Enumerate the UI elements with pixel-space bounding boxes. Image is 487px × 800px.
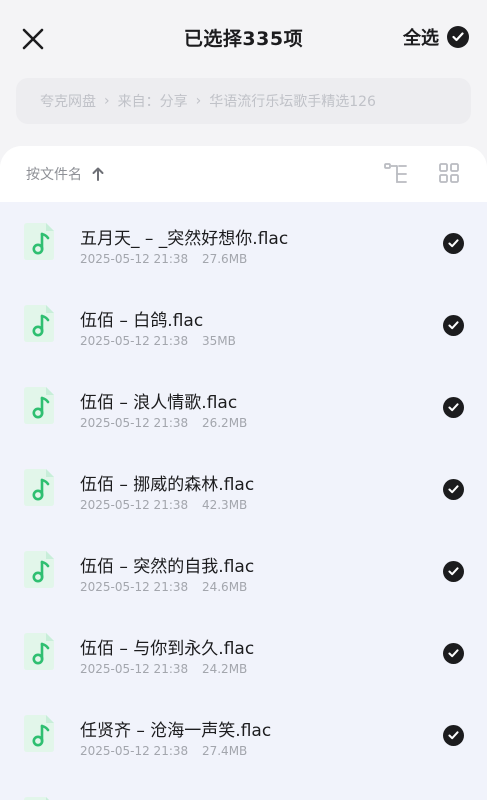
selected-check-icon[interactable] [443,725,464,746]
grid-view-icon [439,163,459,183]
file-meta: 2025-05-12 21:38 42.3MB [80,498,247,512]
breadcrumb: 夸克网盘 › 来自：分享 › 华语流行乐坛歌手精选126 [16,78,471,124]
music-file-icon [24,551,54,588]
file-name: 伍佰 – 白鸽.flac [80,311,204,331]
music-file-icon [24,715,54,752]
file-name: 伍佰 – 与你到永久.flac [80,639,255,659]
file-row[interactable]: 任贤齐 – 沧海一声笑.flac 2025-05-12 21:38 27.4MB [0,694,487,776]
music-file-icon [24,633,54,670]
file-date: 2025-05-12 21:38 [80,498,189,512]
file-meta: 2025-05-12 21:38 24.2MB [80,662,247,676]
music-file-icon [24,469,54,506]
file-list: 五月天_ – _突然好想你.flac 2025-05-12 21:38 27.6… [0,202,487,800]
file-row[interactable]: 伍佰 – 挪威的森林.flac 2025-05-12 21:38 42.3MB [0,448,487,530]
file-date: 2025-05-12 21:38 [80,744,189,758]
arrow-up-icon [92,167,104,181]
file-size: 24.2MB [201,662,248,676]
file-size: 24.6MB [201,580,248,594]
tree-view-icon [384,163,407,183]
file-date: 2025-05-12 21:38 [80,334,189,348]
file-date: 2025-05-12 21:38 [80,252,189,266]
file-name: 伍佰 – 浪人情歌.flac [80,393,238,413]
file-date: 2025-05-12 21:38 [80,416,189,430]
file-row[interactable]: 五月天_ – _突然好想你.flac 2025-05-12 21:38 27.6… [0,202,487,284]
file-meta: 2025-05-12 21:38 24.6MB [80,580,247,594]
chevron-right-icon: › [104,93,110,109]
music-file-icon [24,387,54,424]
file-name: 伍佰 – 挪威的森林.flac [80,475,255,495]
file-date: 2025-05-12 21:38 [80,580,189,594]
music-file-icon [24,223,54,260]
chevron-right-icon: › [195,93,202,109]
file-name: 五月天_ – _突然好想你.flac [80,229,289,249]
music-file-icon [24,305,54,342]
file-meta: 2025-05-12 21:38 27.4MB [80,744,247,758]
selected-check-icon[interactable] [443,643,464,664]
file-size: 35MB [201,334,236,348]
breadcrumb-item[interactable]: 来自：分享 [118,91,188,111]
file-meta: 2025-05-12 21:38 35MB [80,334,236,348]
selected-check-icon[interactable] [443,479,464,500]
file-size: 27.6MB [201,252,248,266]
file-row[interactable]: 伍佰 – 浪人情歌.flac 2025-05-12 21:38 26.2MB [0,366,487,448]
file-meta: 2025-05-12 21:38 27.6MB [80,252,247,266]
top-bar: 已选择335项 全选 [0,0,487,76]
grid-view-button[interactable] [437,161,461,185]
file-row[interactable]: 伍佰 – 突然的自我.flac 2025-05-12 21:38 24.6MB [0,530,487,612]
sort-bar: 按文件名 [0,146,487,202]
file-date: 2025-05-12 21:38 [80,662,189,676]
breadcrumb-item[interactable]: 夸克网盘 [40,91,96,111]
select-all-label: 全选 [403,28,439,49]
selected-check-icon[interactable] [443,315,464,336]
file-sheet: 按文件名 五月天_ – _突然好想你.flac 2025-05-12 21:38… [0,146,487,800]
sort-label: 按文件名 [26,167,82,183]
file-size: 27.4MB [201,744,248,758]
sort-by-name-button[interactable]: 按文件名 [26,164,104,184]
file-name: 伍佰 – 突然的自我.flac [80,557,255,577]
music-file-icon [24,797,49,800]
file-size: 26.2MB [201,416,248,430]
file-meta: 2025-05-12 21:38 26.2MB [80,416,247,430]
tree-view-button[interactable] [383,161,409,187]
file-name: 任贤齐 – 沧海一声笑.flac [80,721,272,741]
selected-check-icon[interactable] [443,233,464,254]
file-row[interactable]: 伍佰 – 白鸽.flac 2025-05-12 21:38 35MB [0,284,487,366]
file-size: 42.3MB [201,498,248,512]
file-row-partial[interactable] [0,776,487,800]
selected-check-icon[interactable] [443,561,464,582]
file-row[interactable]: 伍佰 – 与你到永久.flac 2025-05-12 21:38 24.2MB [0,612,487,694]
check-circle-icon [447,26,469,48]
select-all-button[interactable]: 全选 [403,24,469,50]
selected-check-icon[interactable] [443,397,464,418]
breadcrumb-item[interactable]: 华语流行乐坛歌手精选126 [209,91,376,111]
